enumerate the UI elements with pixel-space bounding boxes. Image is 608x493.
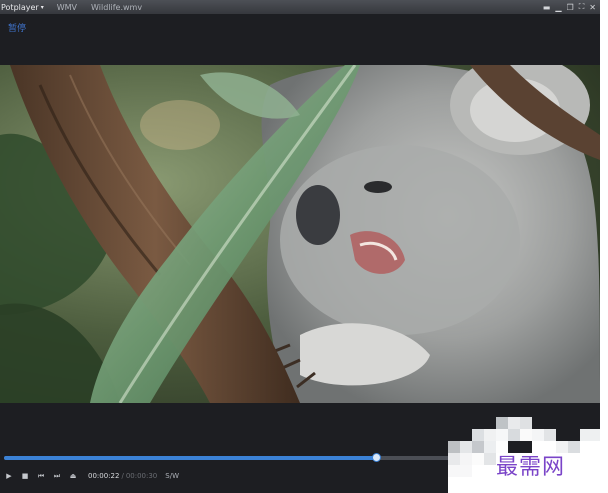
osd-status-text: 暂停 (8, 24, 27, 34)
title-filename-label[interactable]: Wildlife.wmv (84, 3, 149, 12)
video-frame[interactable] (0, 65, 600, 403)
title-format-label[interactable]: WMV (50, 3, 84, 12)
fullscreen-icon[interactable]: ⛶ (579, 2, 585, 12)
chevron-down-icon: ▾ (40, 3, 44, 11)
play-icon[interactable]: ▶ (2, 469, 16, 483)
player-window: Potplayer ▾ WMV Wildlife.wmv ▬ ▁ ❐ ⛶ ✕ 暂… (0, 0, 600, 493)
close-icon[interactable]: ✕ (589, 3, 596, 12)
previous-icon[interactable]: ⏮ (34, 469, 48, 483)
koala-video-image (0, 65, 600, 403)
minimize-icon[interactable]: ▁ (555, 3, 561, 12)
sw-mode-toggle[interactable]: S/W (165, 472, 179, 480)
seek-bar-handle[interactable] (371, 453, 381, 462)
stop-icon[interactable]: ■ (18, 469, 32, 483)
window-controls: ▬ ▁ ❐ ⛶ ✕ (543, 0, 596, 14)
title-bar: Potplayer ▾ WMV Wildlife.wmv ▬ ▁ ❐ ⛶ ✕ (0, 0, 600, 14)
eject-icon[interactable]: ⏏ (66, 469, 80, 483)
maximize-icon[interactable]: ❐ (567, 3, 574, 12)
total-duration: 00:00:30 (125, 472, 158, 480)
time-separator: / (121, 472, 124, 480)
seek-bar-progress (4, 456, 377, 460)
next-icon[interactable]: ⏭ (50, 469, 64, 483)
current-time: 00:00:22 (88, 472, 120, 480)
watermark-text: 最需网 (496, 455, 566, 480)
always-on-top-icon[interactable]: ▬ (543, 3, 551, 12)
app-menu-button[interactable]: Potplayer ▾ (0, 3, 50, 12)
right-frame-edge (600, 0, 608, 493)
app-menu-label: Potplayer (1, 2, 39, 12)
